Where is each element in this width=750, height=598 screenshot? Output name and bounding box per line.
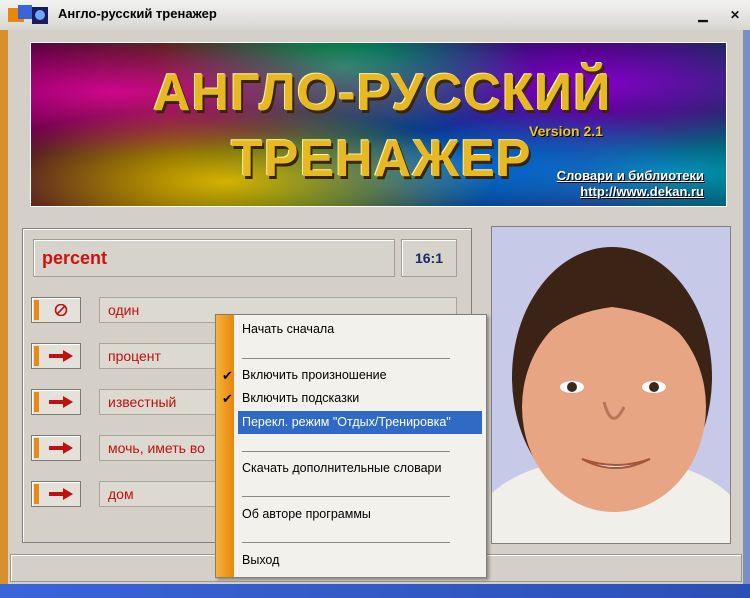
check-icon: ✔ [222,391,233,406]
answer-button-2[interactable] [31,343,81,369]
libraries-link[interactable]: Словари и библиотеки [557,168,704,183]
title-bar: Англо-русский тренажер ▁ ✕ [0,0,750,31]
menu-item-pronunciation[interactable]: ✔ Включить произношение [222,364,482,387]
face-illustration [492,227,730,543]
answer-button-5[interactable] [31,481,81,507]
menu-separator [242,496,450,497]
menu-separator [242,542,450,543]
answer-button-1[interactable] [31,297,81,323]
menu-item-hints[interactable]: ✔ Включить подсказки [222,387,482,410]
menu-item-exit[interactable]: Выход [238,549,482,572]
menu-item-label: Включить подсказки [242,391,360,405]
answer-button-4[interactable] [31,435,81,461]
banner-title-line2: ТРЕНАЖЕР [231,130,532,188]
menu-item-label: Перекл. режим "Отдых/Тренировка" [242,415,451,429]
menu-item-about[interactable]: Об авторе программы [238,503,482,526]
mascot-photo [491,226,731,544]
answer-button-3[interactable] [31,389,81,415]
context-menu: Начать сначала ✔ Включить произношение ✔… [215,314,487,578]
menu-separator [242,451,450,452]
menu-item-label: Включить произношение [242,368,387,382]
question-word: percent [42,248,108,268]
banner: АНГЛО-РУССКИЙ ТРЕНАЖЕР Version 2.1 Слова… [30,42,727,207]
menu-stripe [216,315,234,577]
answer-text: дом [108,486,134,502]
menu-separator [242,358,450,359]
window-title: Англо-русский тренажер [58,6,217,21]
check-icon: ✔ [222,368,233,383]
answer-text: один [108,302,140,318]
banner-title-line1: АНГЛО-РУССКИЙ [153,64,612,122]
menu-item-label: Выход [242,553,280,567]
arrow-right-icon [49,442,73,454]
no-entry-icon [54,304,68,316]
menu-item-toggle-mode[interactable]: Перекл. режим "Отдых/Тренировка" [238,411,482,434]
answer-text: процент [108,348,161,364]
question-word-box: percent [33,239,395,277]
close-button[interactable]: ✕ [726,6,744,24]
menu-item-label: Об авторе программы [242,507,371,521]
bottom-strip [0,584,750,598]
arrow-right-icon [49,350,73,362]
version-label: Version 2.1 [529,123,603,139]
arrow-right-icon [49,396,73,408]
score: 16:1 [414,250,444,266]
score-box: 16:1 [401,239,457,277]
menu-item-restart[interactable]: Начать сначала [238,318,482,341]
menu-item-download-dictionaries[interactable]: Скачать дополнительные словари [238,457,482,480]
arrow-right-icon [49,488,73,500]
website-link[interactable]: http://www.dekan.ru [580,184,704,199]
app-logo-icon [8,5,48,24]
menu-item-label: Начать сначала [242,322,335,336]
answer-text: известный [108,394,177,410]
menu-item-label: Скачать дополнительные словари [242,461,442,475]
minimize-button[interactable]: ▁ [694,6,712,24]
answer-text: мочь, иметь во [108,440,205,456]
